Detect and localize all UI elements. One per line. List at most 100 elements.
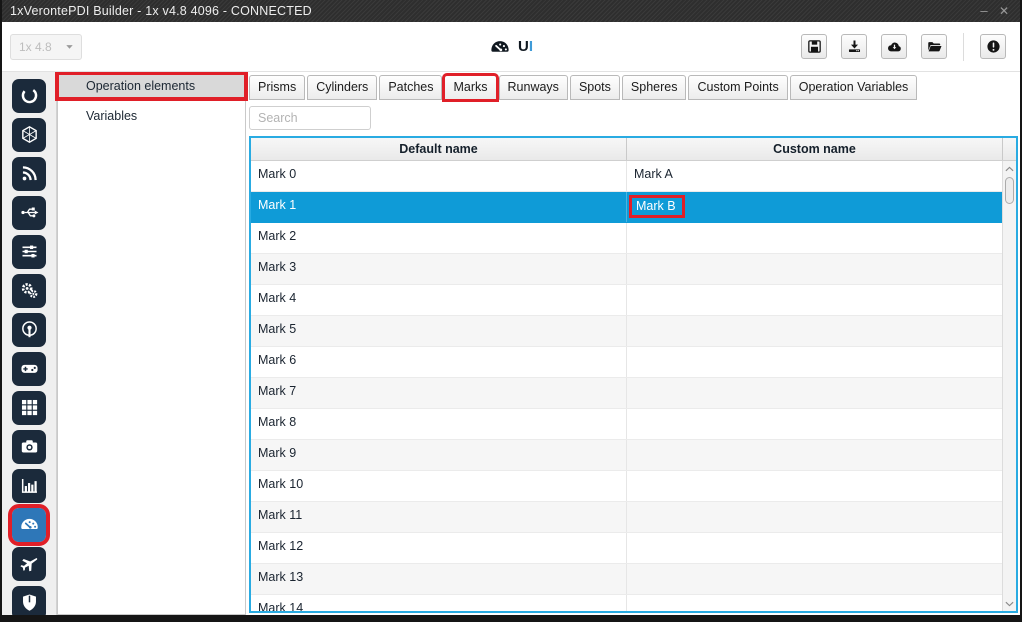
marks-table: Default name Custom name Mark 0Mark AMar… — [249, 136, 1018, 613]
default-name-cell[interactable]: Mark 7 — [251, 378, 626, 408]
table-row[interactable]: Mark 7 — [251, 378, 1002, 409]
default-name-cell[interactable]: Mark 5 — [251, 316, 626, 346]
default-name-cell[interactable]: Mark 3 — [251, 254, 626, 284]
save-button[interactable] — [801, 34, 827, 59]
sidebar-item-hexagon[interactable] — [12, 118, 46, 152]
custom-name-cell[interactable]: Mark A — [626, 161, 1002, 191]
sidebar-item-gauge[interactable] — [12, 508, 46, 542]
default-name-cell[interactable]: Mark 11 — [251, 502, 626, 532]
default-name-cell[interactable]: Mark 12 — [251, 533, 626, 563]
sidebar-item-gears[interactable] — [12, 274, 46, 308]
sidebar-item-gamepad[interactable] — [12, 352, 46, 386]
table-row[interactable]: Mark 9 — [251, 440, 1002, 471]
tab-operation-variables[interactable]: Operation Variables — [790, 75, 918, 100]
window-title: 1xVerontePDI Builder - 1x v4.8 4096 - CO… — [10, 4, 974, 18]
sidebar-item-podcast[interactable] — [12, 313, 46, 347]
cloud-download-button[interactable] — [881, 34, 907, 59]
sidebar-slot — [2, 154, 56, 193]
scroll-up-icon[interactable] — [1003, 162, 1016, 175]
default-name-cell[interactable]: Mark 9 — [251, 440, 626, 470]
table-row[interactable]: Mark 3 — [251, 254, 1002, 285]
custom-name-cell[interactable] — [626, 440, 1002, 470]
table-row[interactable]: Mark 12 — [251, 533, 1002, 564]
shield-icon — [19, 592, 40, 613]
custom-name-cell[interactable] — [626, 316, 1002, 346]
version-dropdown[interactable]: 1x 4.8 — [10, 34, 82, 60]
tab-marks[interactable]: Marks — [444, 75, 496, 100]
column-header-default-name: Default name — [251, 138, 626, 160]
custom-name-cell[interactable] — [626, 285, 1002, 315]
tab-prisms[interactable]: Prisms — [249, 75, 305, 100]
custom-name-cell[interactable]: Mark B — [626, 192, 1002, 222]
sidebar-item-shield[interactable] — [12, 586, 46, 616]
tab-custom-points[interactable]: Custom Points — [688, 75, 787, 100]
sidebar-item-rss[interactable] — [12, 157, 46, 191]
default-name-cell[interactable]: Mark 6 — [251, 347, 626, 377]
custom-name-cell[interactable] — [626, 502, 1002, 532]
custom-name-cell[interactable] — [626, 471, 1002, 501]
open-folder-icon — [926, 38, 943, 55]
column-header-custom-name: Custom name — [626, 138, 1002, 160]
close-button[interactable]: ✕ — [994, 1, 1014, 21]
table-row[interactable]: Mark 8 — [251, 409, 1002, 440]
custom-name-cell[interactable] — [626, 347, 1002, 377]
info-button[interactable] — [980, 34, 1006, 59]
custom-name-cell[interactable] — [626, 223, 1002, 253]
minimize-button[interactable]: – — [974, 1, 994, 21]
tab-cylinders[interactable]: Cylinders — [307, 75, 377, 100]
default-name-cell[interactable]: Mark 2 — [251, 223, 626, 253]
default-name-cell[interactable]: Mark 10 — [251, 471, 626, 501]
open-folder-button[interactable] — [921, 34, 947, 59]
default-name-cell[interactable]: Mark 13 — [251, 564, 626, 594]
header-scroll-spacer — [1002, 138, 1016, 160]
table-row[interactable]: Mark 6 — [251, 347, 1002, 378]
version-label: 1x 4.8 — [19, 40, 52, 54]
import-button[interactable] — [841, 34, 867, 59]
custom-name-cell[interactable] — [626, 595, 1002, 611]
custom-name-cell[interactable] — [626, 378, 1002, 408]
tab-patches[interactable]: Patches — [379, 75, 442, 100]
default-name-cell[interactable]: Mark 4 — [251, 285, 626, 315]
sidebar-item-bar-chart[interactable] — [12, 469, 46, 503]
custom-name-cell[interactable] — [626, 533, 1002, 563]
sidebar-item-plane[interactable] — [12, 547, 46, 581]
sidebar-item-camera[interactable] — [12, 430, 46, 464]
default-name-cell[interactable]: Mark 1 — [251, 192, 626, 222]
sidebar-slot — [2, 583, 56, 615]
table-row[interactable]: Mark 4 — [251, 285, 1002, 316]
sidebar-slot — [2, 505, 56, 544]
custom-name-cell[interactable] — [626, 254, 1002, 284]
panel-item-variables[interactable]: Variables — [58, 104, 245, 128]
table-row[interactable]: Mark 0Mark A — [251, 161, 1002, 192]
default-name-cell[interactable]: Mark 0 — [251, 161, 626, 191]
hexagon-icon — [19, 124, 40, 145]
default-name-cell[interactable]: Mark 14 — [251, 595, 626, 611]
table-row[interactable]: Mark 1 Mark B — [251, 192, 1002, 223]
table-row[interactable]: Mark 10 — [251, 471, 1002, 502]
tab-spots[interactable]: Spots — [570, 75, 620, 100]
tab-spheres[interactable]: Spheres — [622, 75, 687, 100]
custom-name-cell[interactable] — [626, 564, 1002, 594]
tab-runways[interactable]: Runways — [499, 75, 568, 100]
sidebar-item-usb[interactable] — [12, 196, 46, 230]
table-row[interactable]: Mark 5 — [251, 316, 1002, 347]
table-row[interactable]: Mark 14 — [251, 595, 1002, 611]
table-row[interactable]: Mark 2 — [251, 223, 1002, 254]
sidebar-item-grid[interactable] — [12, 391, 46, 425]
usb-icon — [19, 202, 40, 223]
scroll-down-icon[interactable] — [1003, 597, 1016, 610]
sidebar-item-sliders[interactable] — [12, 235, 46, 269]
table-row[interactable]: Mark 11 — [251, 502, 1002, 533]
vertical-scrollbar[interactable] — [1002, 161, 1016, 611]
sidebar-slot — [2, 427, 56, 466]
custom-name-cell[interactable] — [626, 409, 1002, 439]
default-name-cell[interactable]: Mark 8 — [251, 409, 626, 439]
table-row[interactable]: Mark 13 — [251, 564, 1002, 595]
search-input[interactable] — [249, 106, 371, 130]
panel-item-operation-elements[interactable]: Operation elements — [58, 74, 245, 98]
highlighted-custom-name: Mark B — [632, 198, 682, 215]
title-bar: 1xVerontePDI Builder - 1x v4.8 4096 - CO… — [2, 0, 1020, 22]
scrollbar-thumb[interactable] — [1005, 177, 1014, 204]
sidebar-item-loop[interactable] — [12, 79, 46, 113]
sidebar-slot — [2, 193, 56, 232]
